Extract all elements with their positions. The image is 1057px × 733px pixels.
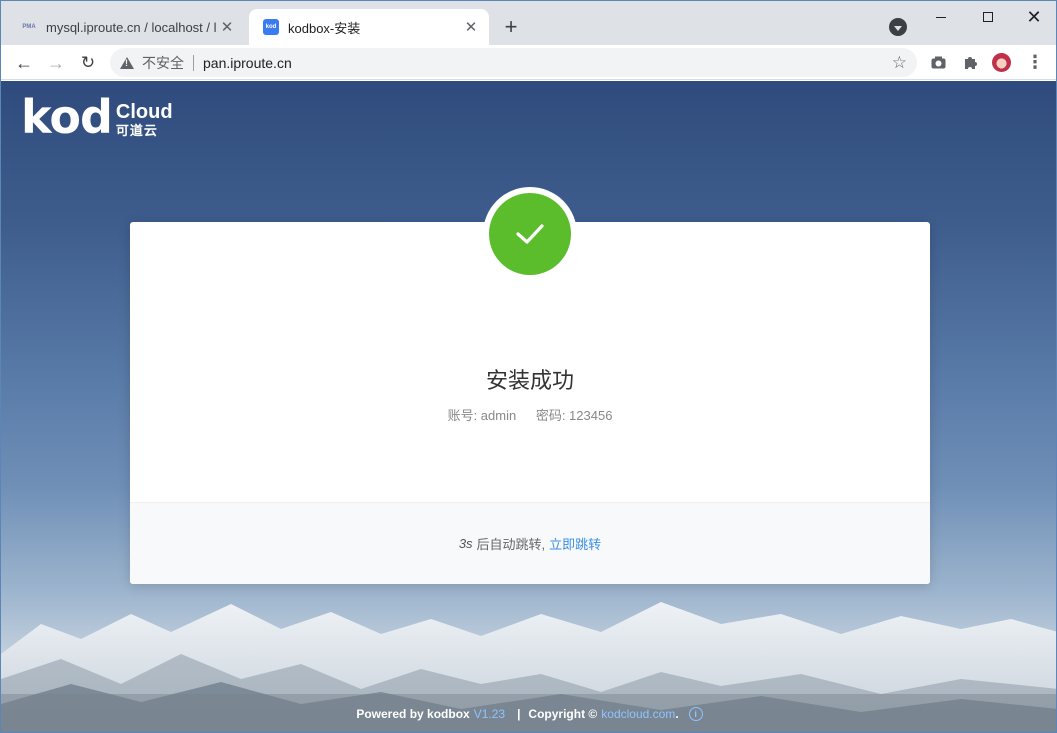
minimize-button[interactable] xyxy=(918,1,964,33)
redirect-bar: 3s 后自动跳转, 立即跳转 xyxy=(130,502,930,584)
reload-button[interactable]: ↻ xyxy=(74,49,102,77)
info-icon[interactable]: i xyxy=(688,707,703,721)
credentials: 账号: admin 密码: 123456 xyxy=(130,405,930,424)
browser-window: PMA mysql.iproute.cn / localhost / l ✕ k… xyxy=(0,0,1057,733)
countdown-text: 3s xyxy=(458,536,473,551)
redirect-text: 后自动跳转, xyxy=(476,537,546,552)
tab-title: kodbox-安装 xyxy=(288,20,361,36)
tab-kodbox[interactable]: kod kodbox-安装 ✕ xyxy=(249,9,489,45)
maximize-icon xyxy=(983,12,993,22)
tab-phpmyadmin[interactable]: PMA mysql.iproute.cn / localhost / l ✕ xyxy=(7,9,245,45)
logo-cn: 可道云 xyxy=(115,123,158,138)
jump-now-link[interactable]: 立即跳转 xyxy=(549,534,601,553)
footer-dot: . xyxy=(675,707,679,721)
success-badge xyxy=(483,187,577,281)
close-tab-icon[interactable]: ✕ xyxy=(219,19,235,36)
camera-icon[interactable] xyxy=(928,52,948,72)
new-tab-button[interactable]: + xyxy=(499,15,523,39)
success-title: 安装成功 xyxy=(485,368,574,393)
powered-by-text: Powered by kodbox xyxy=(356,707,470,721)
kodcloud-link[interactable]: kodcloud.com xyxy=(601,707,675,721)
kebab-menu-icon[interactable]: ⋮ xyxy=(1025,52,1045,72)
kod-cloud-logo: kod Cloud 可道云 xyxy=(21,90,173,144)
maximize-button[interactable] xyxy=(965,1,1011,33)
password-text: 密码: 123456 xyxy=(535,408,613,423)
account-text: 账号: admin xyxy=(447,408,517,423)
version-text: V1.23 xyxy=(473,707,506,721)
profile-avatar[interactable] xyxy=(991,52,1011,72)
kod-icon: kod xyxy=(263,19,279,35)
minimize-icon xyxy=(936,16,946,18)
tab-search-icon[interactable] xyxy=(889,18,907,36)
logo-brand: kod xyxy=(21,90,113,144)
divider xyxy=(193,54,194,71)
back-button[interactable]: ← xyxy=(10,49,38,77)
checkmark-icon xyxy=(489,193,571,275)
footer-divider: | xyxy=(517,707,521,721)
phpmyadmin-icon: PMA xyxy=(22,24,36,30)
security-label[interactable]: 不安全 xyxy=(142,53,184,73)
browser-toolbar: ← → ↻ 不安全 pan.iproute.cn ☆ ⋮ xyxy=(1,45,1056,80)
warning-icon[interactable] xyxy=(120,56,134,69)
url-text[interactable]: pan.iproute.cn xyxy=(203,55,292,71)
tab-strip: PMA mysql.iproute.cn / localhost / l ✕ k… xyxy=(1,1,1056,45)
close-window-button[interactable]: ✕ xyxy=(1011,1,1056,33)
close-tab-icon[interactable]: ✕ xyxy=(463,19,479,36)
forward-button[interactable]: → xyxy=(42,49,70,77)
install-page: kod Cloud 可道云 3s 后自动跳转, 立即跳转 安装成功 账号: ad… xyxy=(1,81,1056,732)
copyright-text: Copyright © xyxy=(528,707,598,721)
avatar xyxy=(991,52,1011,72)
tab-title: mysql.iproute.cn / localhost / l xyxy=(46,19,217,35)
address-bar[interactable]: 不安全 pan.iproute.cn ☆ xyxy=(110,48,917,77)
page-footer: Powered by kodbox V1.23 | Copyright © ko… xyxy=(1,694,1056,732)
logo-cloud: Cloud xyxy=(115,101,173,123)
extensions-puzzle-icon[interactable] xyxy=(960,52,980,72)
bookmark-star-icon[interactable]: ☆ xyxy=(892,53,907,73)
